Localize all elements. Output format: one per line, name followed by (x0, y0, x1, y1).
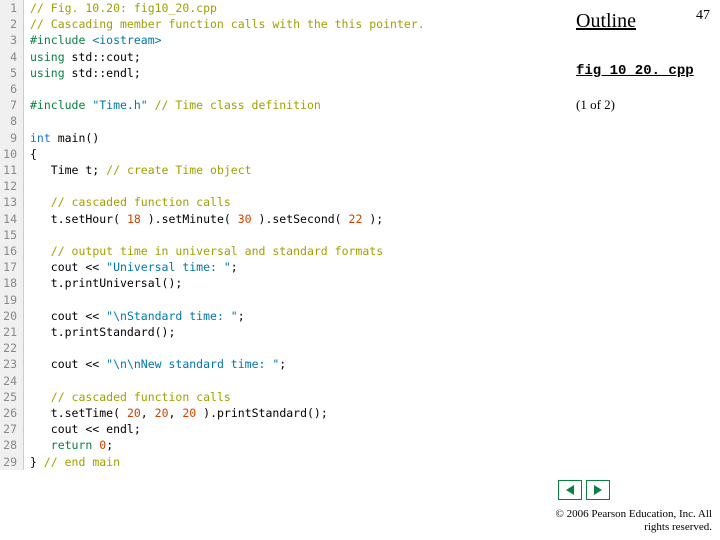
line-number: 21 (0, 324, 24, 340)
line-number: 22 (0, 340, 24, 356)
code-line: 24 (0, 373, 560, 389)
next-button[interactable] (586, 480, 610, 500)
code-line: 12 (0, 178, 560, 194)
code-content: using std::endl; (24, 65, 141, 81)
code-line: 28 return 0; (0, 437, 560, 453)
code-line: 26 t.setTime( 20, 20, 20 ).printStandard… (0, 405, 560, 421)
line-number: 5 (0, 65, 24, 81)
code-content: int main() (24, 130, 99, 146)
code-content (24, 373, 30, 389)
code-content: t.printUniversal(); (24, 275, 182, 291)
code-content: #include <iostream> (24, 32, 162, 48)
line-number: 13 (0, 194, 24, 210)
line-number: 25 (0, 389, 24, 405)
line-number: 24 (0, 373, 24, 389)
code-content (24, 292, 30, 308)
code-line: 1// Fig. 10.20: fig10_20.cpp (0, 0, 560, 16)
line-number: 28 (0, 437, 24, 453)
code-line: 29} // end main (0, 454, 560, 470)
outline-heading: Outline (576, 10, 714, 33)
code-listing: 1// Fig. 10.20: fig10_20.cpp2// Cascadin… (0, 0, 560, 480)
code-line: 6 (0, 81, 560, 97)
code-content: // output time in universal and standard… (24, 243, 383, 259)
triangle-right-icon (592, 484, 604, 496)
triangle-left-icon (564, 484, 576, 496)
code-line: 15 (0, 227, 560, 243)
filename-label: fig 10_20. cpp (576, 63, 714, 79)
line-number: 16 (0, 243, 24, 259)
line-number: 20 (0, 308, 24, 324)
page-number: 47 (696, 8, 710, 24)
code-content: cout << "Universal time: "; (24, 259, 238, 275)
code-line: 4using std::cout; (0, 49, 560, 65)
line-number: 10 (0, 146, 24, 162)
line-number: 3 (0, 32, 24, 48)
code-content: using std::cout; (24, 49, 141, 65)
line-number: 27 (0, 421, 24, 437)
line-number: 9 (0, 130, 24, 146)
code-line: 16 // output time in universal and stand… (0, 243, 560, 259)
code-line: 5using std::endl; (0, 65, 560, 81)
line-number: 2 (0, 16, 24, 32)
code-content (24, 227, 30, 243)
code-line: 2// Cascading member function calls with… (0, 16, 560, 32)
code-line: 20 cout << "\nStandard time: "; (0, 308, 560, 324)
line-number: 19 (0, 292, 24, 308)
code-content: } // end main (24, 454, 120, 470)
line-number: 17 (0, 259, 24, 275)
code-line: 19 (0, 292, 560, 308)
line-number: 23 (0, 356, 24, 372)
code-line: 27 cout << endl; (0, 421, 560, 437)
line-number: 26 (0, 405, 24, 421)
slide-nav (558, 480, 610, 500)
code-content (24, 178, 30, 194)
code-line: 13 // cascaded function calls (0, 194, 560, 210)
code-content (24, 340, 30, 356)
code-line: 23 cout << "\n\nNew standard time: "; (0, 356, 560, 372)
line-number: 6 (0, 81, 24, 97)
code-content (24, 113, 30, 129)
code-content: // Fig. 10.20: fig10_20.cpp (24, 0, 217, 16)
code-content: return 0; (24, 437, 113, 453)
code-line: 14 t.setHour( 18 ).setMinute( 30 ).setSe… (0, 211, 560, 227)
code-line: 3#include <iostream> (0, 32, 560, 48)
line-number: 15 (0, 227, 24, 243)
code-content: { (24, 146, 37, 162)
code-content: // Cascading member function calls with … (24, 16, 425, 32)
code-line: 18 t.printUniversal(); (0, 275, 560, 291)
code-content: cout << "\n\nNew standard time: "; (24, 356, 286, 372)
line-number: 11 (0, 162, 24, 178)
code-line: 11 Time t; // create Time object (0, 162, 560, 178)
line-number: 1 (0, 0, 24, 16)
part-label: (1 of 2) (576, 97, 714, 113)
code-content: cout << "\nStandard time: "; (24, 308, 245, 324)
code-line: 22 (0, 340, 560, 356)
code-content: // cascaded function calls (24, 389, 231, 405)
code-content: #include "Time.h" // Time class definiti… (24, 97, 321, 113)
code-content: cout << endl; (24, 421, 141, 437)
code-line: 10{ (0, 146, 560, 162)
code-line: 7#include "Time.h" // Time class definit… (0, 97, 560, 113)
line-number: 8 (0, 113, 24, 129)
line-number: 29 (0, 454, 24, 470)
code-content: t.setTime( 20, 20, 20 ).printStandard(); (24, 405, 328, 421)
copyright-text: © 2006 Pearson Education, Inc. All right… (552, 508, 712, 534)
code-line: 25 // cascaded function calls (0, 389, 560, 405)
line-number: 12 (0, 178, 24, 194)
code-content: t.printStandard(); (24, 324, 175, 340)
code-content: // cascaded function calls (24, 194, 231, 210)
side-panel: 47 Outline fig 10_20. cpp (1 of 2) (570, 0, 720, 119)
prev-button[interactable] (558, 480, 582, 500)
code-line: 17 cout << "Universal time: "; (0, 259, 560, 275)
line-number: 4 (0, 49, 24, 65)
line-number: 14 (0, 211, 24, 227)
code-line: 9int main() (0, 130, 560, 146)
code-content (24, 81, 30, 97)
code-content: Time t; // create Time object (24, 162, 252, 178)
line-number: 18 (0, 275, 24, 291)
code-content: t.setHour( 18 ).setMinute( 30 ).setSecon… (24, 211, 383, 227)
line-number: 7 (0, 97, 24, 113)
code-line: 21 t.printStandard(); (0, 324, 560, 340)
code-line: 8 (0, 113, 560, 129)
